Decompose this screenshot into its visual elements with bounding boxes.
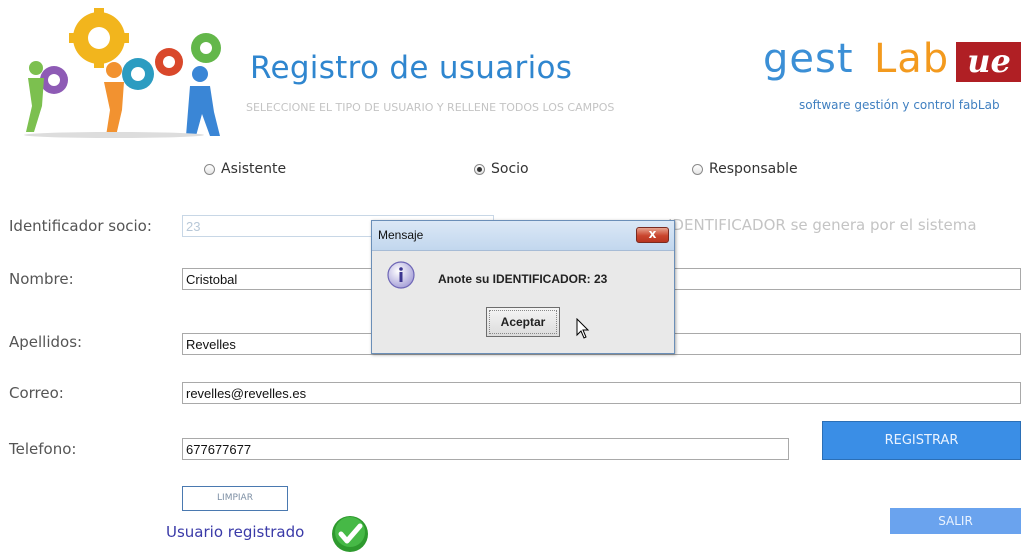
id-label: Identificador socio: [9,217,152,235]
radio-label-asistente: Asistente [221,161,287,177]
dialog-titlebar[interactable]: Mensaje x [372,221,674,251]
gear-icon-purple [40,66,68,94]
radio-dot[interactable] [204,163,215,175]
status-message: Usuario registrado [166,523,305,541]
id-note: IDENTIFICADOR se genera por el sistema [668,216,977,234]
brand-lab-text: Lab [874,36,950,82]
radio-label-socio: Socio [491,161,529,177]
mouse-pointer-icon [576,318,590,339]
page-title: Registro de usuarios [250,50,573,86]
gear-icon-yellow [69,8,129,68]
registrar-button[interactable]: REGISTRAR [822,421,1021,460]
brand-tagline: software gestión y control fabLab [799,98,1000,112]
radio-dot-selected[interactable] [474,163,485,175]
check-circle-icon [332,516,368,552]
brand-ue-badge: ue [956,42,1021,82]
radio-asistente[interactable]: Asistente [204,161,286,177]
gear-icon-teal [122,58,154,90]
brand-gest-text: gest [763,36,854,82]
limpiar-button[interactable]: LIMPIAR [182,486,288,511]
gears-people-logo [24,8,221,138]
radio-responsable[interactable]: Responsable [692,161,798,177]
radio-dot[interactable] [692,163,703,175]
info-icon [387,261,415,289]
telefono-field[interactable]: 677677677 [182,438,789,460]
apellidos-label: Apellidos: [9,333,83,351]
aceptar-button[interactable]: Aceptar [486,307,560,337]
close-icon: x [648,227,657,241]
message-dialog: Mensaje x Anote su IDENTIFICADOR: 23 Ace… [371,220,675,354]
page-subtitle: SELECCIONE EL TIPO DE USUARIO Y RELLENE … [246,101,615,114]
figure-green [26,61,44,132]
correo-label: Correo: [9,384,64,402]
dialog-close-button[interactable]: x [636,227,669,243]
correo-field[interactable]: revelles@revelles.es [182,382,1021,404]
salir-button[interactable]: SALIR [890,508,1021,534]
radio-socio[interactable]: Socio [474,161,529,177]
gear-icon-green [191,33,221,63]
telefono-label: Telefono: [9,440,77,458]
dialog-title: Mensaje [378,228,424,242]
dialog-message: Anote su IDENTIFICADOR: 23 [438,272,608,286]
gestlab-logo: gest Lab ue software gestión y control f… [760,36,1021,118]
figure-blue [186,66,220,136]
gear-icon-red [155,48,183,76]
radio-label-responsable: Responsable [709,161,798,177]
figure-orange [104,62,124,136]
nombre-label: Nombre: [9,270,74,288]
